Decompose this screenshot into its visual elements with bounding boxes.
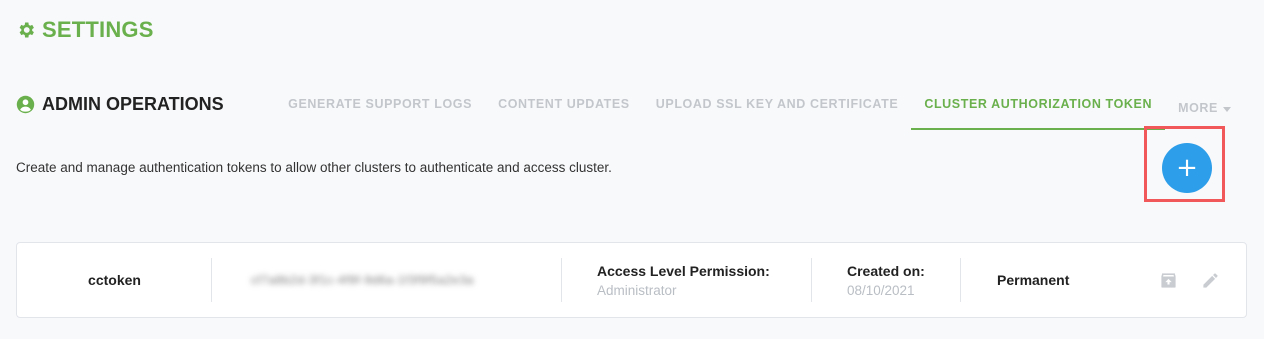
divider <box>960 258 961 302</box>
access-level-label: Access Level Permission: <box>597 262 770 279</box>
token-name-cell: cctoken <box>17 243 212 317</box>
edit-button[interactable] <box>1199 269 1221 291</box>
tab-bar: GENERATE SUPPORT LOGS CONTENT UPDATES UP… <box>275 88 1244 130</box>
plus-icon: + <box>1176 153 1198 183</box>
tab-content-updates[interactable]: CONTENT UPDATES <box>485 88 643 130</box>
settings-header: SETTINGS <box>16 17 154 43</box>
divider <box>811 258 812 302</box>
section-title-label: ADMIN OPERATIONS <box>42 94 224 114</box>
tab-more[interactable]: MORE <box>1165 88 1244 130</box>
add-token-button[interactable]: + <box>1162 143 1212 193</box>
description-text: Create and manage authentication tokens … <box>16 160 612 175</box>
expiry-label: Permanent <box>997 272 1070 288</box>
tab-more-label: MORE <box>1178 101 1218 115</box>
chevron-down-icon <box>1223 106 1231 112</box>
created-on-cell: Created on: 08/10/2021 <box>847 243 957 317</box>
page-title: SETTINGS <box>42 17 154 42</box>
archive-button[interactable] <box>1157 269 1179 291</box>
gear-icon <box>16 20 36 40</box>
archive-icon <box>1159 271 1178 290</box>
token-row: cctoken cf7a8b2d-3f1c-4f9f-9d6a-1f3f9f5a… <box>16 242 1247 318</box>
access-level-cell: Access Level Permission: Administrator <box>597 243 807 317</box>
token-value: cf7a8b2d-3f1c-4f9f-9d6a-1f3f9f5a2e3a <box>251 273 474 287</box>
tab-generate-support-logs[interactable]: GENERATE SUPPORT LOGS <box>275 88 485 130</box>
expiry-cell: Permanent <box>997 243 1117 317</box>
created-on-label: Created on: <box>847 262 925 279</box>
access-level-value: Administrator <box>597 282 677 298</box>
tab-upload-ssl[interactable]: UPLOAD SSL KEY AND CERTIFICATE <box>643 88 912 130</box>
token-value-cell: cf7a8b2d-3f1c-4f9f-9d6a-1f3f9f5a2e3a <box>251 243 551 317</box>
section-title: ADMIN OPERATIONS <box>16 94 224 115</box>
token-name: cctoken <box>88 272 141 288</box>
divider <box>561 258 562 302</box>
divider <box>211 258 212 302</box>
user-circle-icon <box>16 95 35 114</box>
pencil-icon <box>1201 271 1220 290</box>
tab-cluster-authorization-token[interactable]: CLUSTER AUTHORIZATION TOKEN <box>911 88 1166 130</box>
created-on-value: 08/10/2021 <box>847 282 915 298</box>
